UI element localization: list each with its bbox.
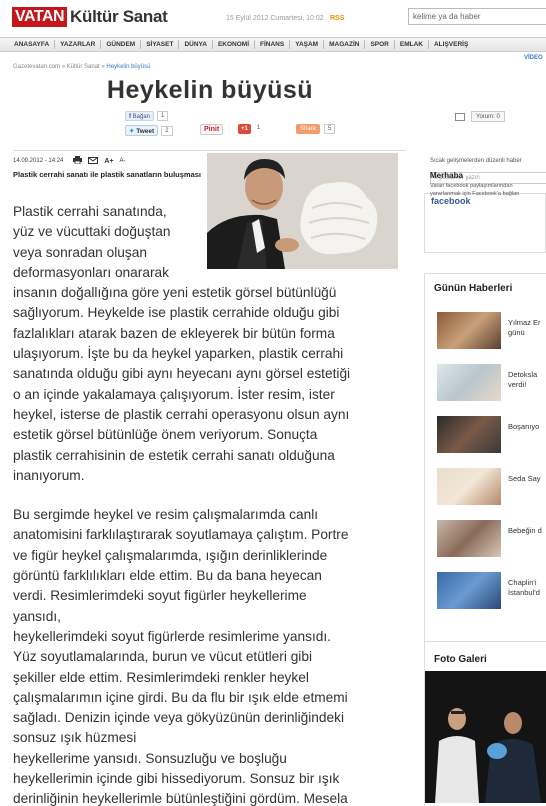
nav-item-yasam[interactable]: YAŞAM (290, 40, 325, 49)
news-item[interactable]: Chaplin'i İstanbul'd (437, 572, 546, 610)
rss-link[interactable]: RSS (330, 15, 344, 22)
search-input[interactable]: kelime ya da haber (408, 8, 546, 25)
google-plus-count: 1 (253, 124, 264, 134)
font-smaller-button[interactable]: A- (120, 158, 126, 164)
nav-item-yazarlar[interactable]: YAZARLAR (55, 40, 102, 49)
news-item[interactable]: Detoksla verdi! (437, 364, 546, 402)
pin-it-button[interactable]: Pinit (200, 124, 224, 135)
news-thumbnail[interactable] (437, 468, 501, 505)
nav-item-siyaset[interactable]: SİYASET (141, 40, 180, 49)
facebook-description-line: Vatan facebook paylaşımlarından (430, 183, 513, 189)
facebook-description-line[interactable]: yararlanmak için Facebook'a bağlan (430, 190, 546, 198)
site-header: VATAN Kültür Sanat 15 Eylül 2012 Cumarte… (0, 0, 546, 36)
share[interactable]: Share 5 (296, 124, 336, 134)
article-paragraph: Bu sergimde heykel ve resim çalışmalarım… (13, 507, 349, 806)
breadcrumb-home[interactable]: Gazetevatan.com (13, 64, 60, 70)
font-larger-button[interactable]: A+ (104, 158, 113, 165)
nav-item-gundem[interactable]: GÜNDEM (101, 40, 142, 49)
news-label[interactable]: Seda Say (508, 468, 541, 506)
facebook-connect-box: facebook (424, 193, 546, 253)
article-meta: 14.09.2012 - 14:24 A+ A- (13, 156, 126, 166)
news-label[interactable]: Yılmaz Er günü (508, 312, 541, 350)
newsletter-label: Sıcak gelişmelerden düzenli haber (430, 158, 522, 164)
news-thumbnail[interactable] (437, 312, 501, 349)
article-subtitle: Plastik cerrahi sanatı ile plastik sanat… (13, 170, 201, 179)
news-item[interactable]: Seda Say (437, 468, 546, 506)
page-title: Heykelin büyüsü (106, 76, 314, 104)
article-date: 14.09.2012 - 14:24 (13, 158, 64, 164)
header-date: 15 Eylül 2012 Cumartesi, 10:02 (226, 15, 324, 22)
nav-item-dunya[interactable]: DÜNYA (179, 40, 213, 49)
email-icon[interactable] (88, 156, 99, 166)
tweet-label: Tweet (136, 128, 155, 135)
logo-brand: VATAN (12, 7, 68, 27)
nav-item-emlak[interactable]: EMLAK (395, 40, 429, 49)
facebook-hello: Merhaba (430, 171, 463, 180)
breadcrumb-section[interactable]: Kültür Sanat (67, 64, 100, 70)
site-logo[interactable]: VATAN Kültür Sanat (12, 7, 168, 27)
facebook-icon: f (129, 114, 131, 120)
comments[interactable]: Yorum: 0 (455, 111, 505, 122)
pinterest[interactable]: Pinit (200, 124, 224, 135)
google-plus[interactable]: +1 1 (238, 124, 264, 134)
divider (13, 150, 406, 151)
breadcrumb: Gazetevatan.com » Kültür Sanat » Heykeli… (13, 64, 150, 70)
nav-item-finans[interactable]: FİNANS (255, 40, 291, 49)
nav-item-spor[interactable]: SPOR (365, 40, 395, 49)
twitter-icon: ✦ (129, 128, 135, 135)
comment-count[interactable]: Yorum: 0 (471, 111, 505, 122)
news-label[interactable]: Boşanıyo (508, 416, 539, 454)
share-count: 5 (324, 124, 336, 134)
daily-news-title: Günün Haberleri (434, 283, 513, 294)
breadcrumb-separator: » (60, 64, 67, 70)
news-item[interactable]: Yılmaz Er günü (437, 312, 546, 350)
article-paragraph: Plastik cerrahi sanatında, yüz ve vücutt… (13, 204, 351, 483)
news-label[interactable]: Chaplin'i İstanbul'd (508, 572, 540, 610)
print-icon[interactable] (73, 156, 83, 166)
logo-section: Kültür Sanat (70, 7, 168, 26)
google-plus-button[interactable]: +1 (238, 124, 251, 134)
nav-item-magazin[interactable]: MAGAZİN (324, 40, 366, 49)
facebook-like[interactable]: f Bağan 1 (125, 111, 169, 121)
nav-item-alisveris[interactable]: ALIŞVERİŞ (429, 40, 473, 49)
news-thumbnail[interactable] (437, 416, 501, 453)
news-thumbnail[interactable] (437, 572, 501, 609)
facebook-like-label: Bağan (132, 114, 151, 120)
facebook-like-button[interactable]: f Bağan (125, 111, 155, 121)
news-label[interactable]: Bebeğin d (508, 520, 542, 558)
news-label[interactable]: Detoksla verdi! (508, 364, 537, 402)
nav-item-anasayfa[interactable]: ANASAYFA (9, 40, 56, 49)
news-thumbnail[interactable] (437, 520, 501, 557)
breadcrumb-current[interactable]: Heykelin büyüsü (106, 64, 150, 70)
photo-gallery-title: Foto Galeri (434, 654, 487, 665)
facebook-description: Vatan facebook paylaşımlarından yararlan… (430, 182, 546, 198)
right-sidebar: Sıcak gelişmelerden düzenli haber e-post… (424, 145, 546, 806)
share-button[interactable]: Share (296, 124, 321, 134)
tweet-count: 2 (161, 125, 173, 136)
article-body: Plastik cerrahi sanatında, yüz ve vücutt… (13, 202, 406, 806)
daily-news-panel: Günün Haberleri Yılmaz Er günü Detoksla ve… (424, 273, 546, 653)
main-nav: ANASAYFA YAZARLAR GÜNDEM SİYASET DÜNYA E… (0, 37, 546, 52)
news-thumbnail[interactable] (437, 364, 501, 401)
news-item[interactable]: Bebeğin d (437, 520, 546, 558)
gallery-photo[interactable] (425, 671, 546, 803)
photo-gallery-panel: Foto Galeri (424, 641, 546, 806)
news-item[interactable]: Boşanıyo (437, 416, 546, 454)
nav-item-ekonomi[interactable]: EKONOMİ (213, 40, 256, 49)
tweet[interactable]: ✦ Tweet 2 (125, 125, 173, 136)
video-link[interactable]: VİDEO (524, 55, 543, 61)
comment-icon (455, 112, 465, 121)
tweet-button[interactable]: ✦ Tweet (125, 125, 159, 136)
facebook-like-count: 1 (157, 111, 169, 121)
